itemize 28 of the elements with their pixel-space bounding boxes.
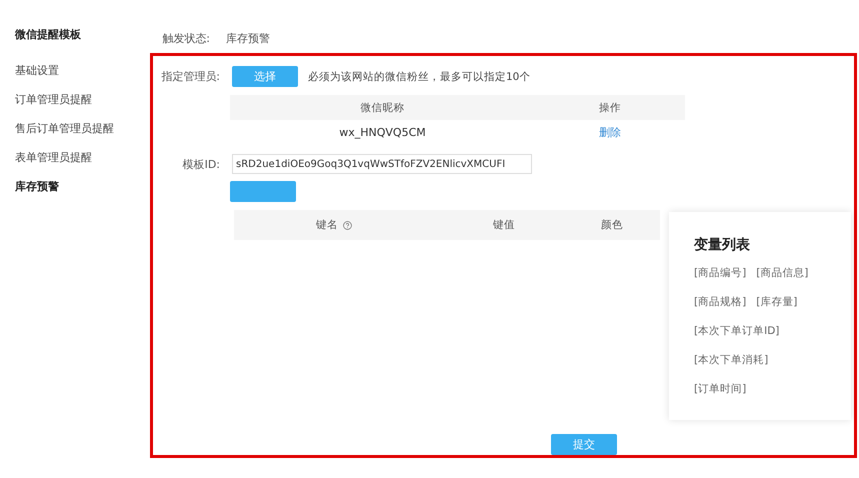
field-label: 模板ID: [182, 156, 221, 172]
variable-tag[interactable]: [本次下单消耗] [694, 353, 768, 382]
column-header: 键名 [316, 218, 352, 232]
sidebar-item[interactable]: 库存预警 [15, 180, 150, 209]
column-header: 微信昵称 [360, 100, 406, 114]
sidebar-title: 微信提醒模板 [15, 27, 81, 42]
field-label: 指定管理员: [160, 69, 221, 84]
sidebar-item[interactable]: 订单管理员提醒 [15, 93, 150, 122]
table-cell-text: wx_HNQVQ5CM [338, 126, 427, 139]
help-icon[interactable] [343, 220, 352, 230]
column-header: 颜色 [601, 218, 623, 232]
variable-tag[interactable]: [订单时间] [694, 382, 746, 411]
column-header: 操作 [598, 100, 622, 114]
field-label: 触发状态: [161, 30, 211, 46]
template-id-field[interactable]: sRD2ue1diOEo9Goq3Q1vqWwSTfoFZV2ENlicvXMCUFI [232, 154, 532, 174]
variable-tag[interactable]: [商品编号] [694, 266, 746, 295]
variable-tag[interactable]: [商品信息] [756, 266, 808, 295]
variable-list-title: 变量列表 [694, 236, 751, 254]
variable-tag[interactable]: [商品规格] [694, 295, 746, 324]
delete-link[interactable]: 删除 [599, 126, 621, 139]
trigger-status-value: 库存预警 [226, 30, 270, 46]
sidebar-item[interactable]: 基础设置 [15, 64, 150, 93]
variable-tag[interactable]: [库存量] [756, 295, 798, 324]
sidebar-item[interactable]: 表单管理员提醒 [15, 151, 150, 180]
variable-tag[interactable]: [本次下单订单ID] [694, 324, 780, 353]
hint-text: 必须为该网站的微信粉丝，最多可以指定10个 [308, 70, 530, 84]
sidebar-item[interactable]: 售后订单管理员提醒 [15, 122, 150, 151]
column-header: 键值 [493, 218, 515, 232]
